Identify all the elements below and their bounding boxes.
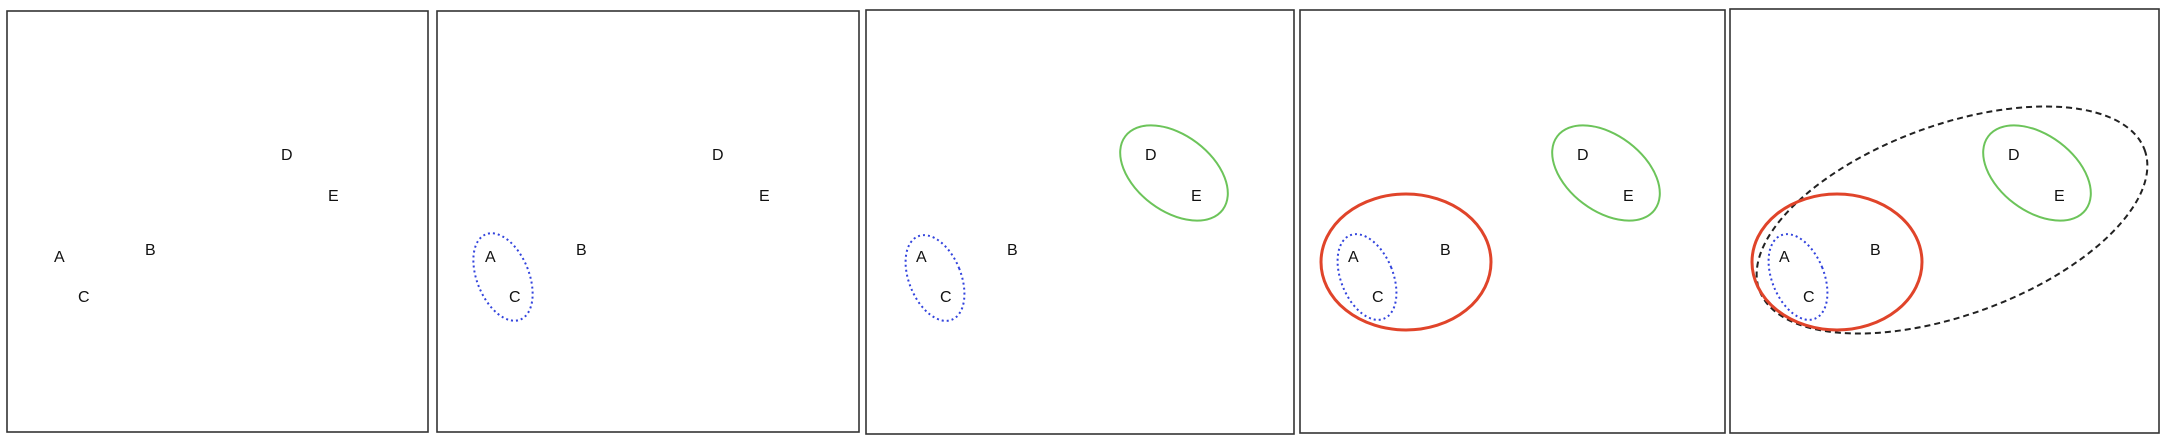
point-label-d: D [1145,147,1157,164]
panel-5: A B C D E [1729,8,2160,434]
point-label-d: D [712,147,724,164]
point-label-e: E [328,188,339,205]
point-label-a: A [916,249,927,266]
panel-4: A B C D E [1299,9,1726,434]
point-label-e: E [759,188,770,205]
panel-4-frame [1299,9,1726,434]
point-label-a: A [1348,249,1359,266]
clustering-steps-diagram: A B C D E A B C D E A B C D E A B C D E [6,8,2160,435]
point-label-b: B [1440,242,1451,259]
point-label-c: C [1803,289,1815,306]
panel-2: A B C D E [436,10,860,433]
point-label-e: E [2054,188,2065,205]
panel-1-frame [6,10,429,433]
point-label-b: B [145,242,156,259]
point-label-e: E [1623,188,1634,205]
panel-3: A B C D E [865,9,1295,435]
point-label-b: B [576,242,587,259]
point-label-a: A [485,249,496,266]
point-label-b: B [1870,242,1881,259]
point-label-b: B [1007,242,1018,259]
point-label-d: D [281,147,293,164]
point-label-a: A [54,249,65,266]
point-label-c: C [509,289,521,306]
point-label-c: C [78,289,90,306]
panel-2-frame [436,10,860,433]
point-label-c: C [940,289,952,306]
panel-5-frame [1729,8,2160,434]
point-label-c: C [1372,289,1384,306]
panel-1: A B C D E [6,10,429,433]
point-label-a: A [1779,249,1790,266]
panel-3-frame [865,9,1295,435]
point-label-d: D [2008,147,2020,164]
point-label-d: D [1577,147,1589,164]
point-label-e: E [1191,188,1202,205]
